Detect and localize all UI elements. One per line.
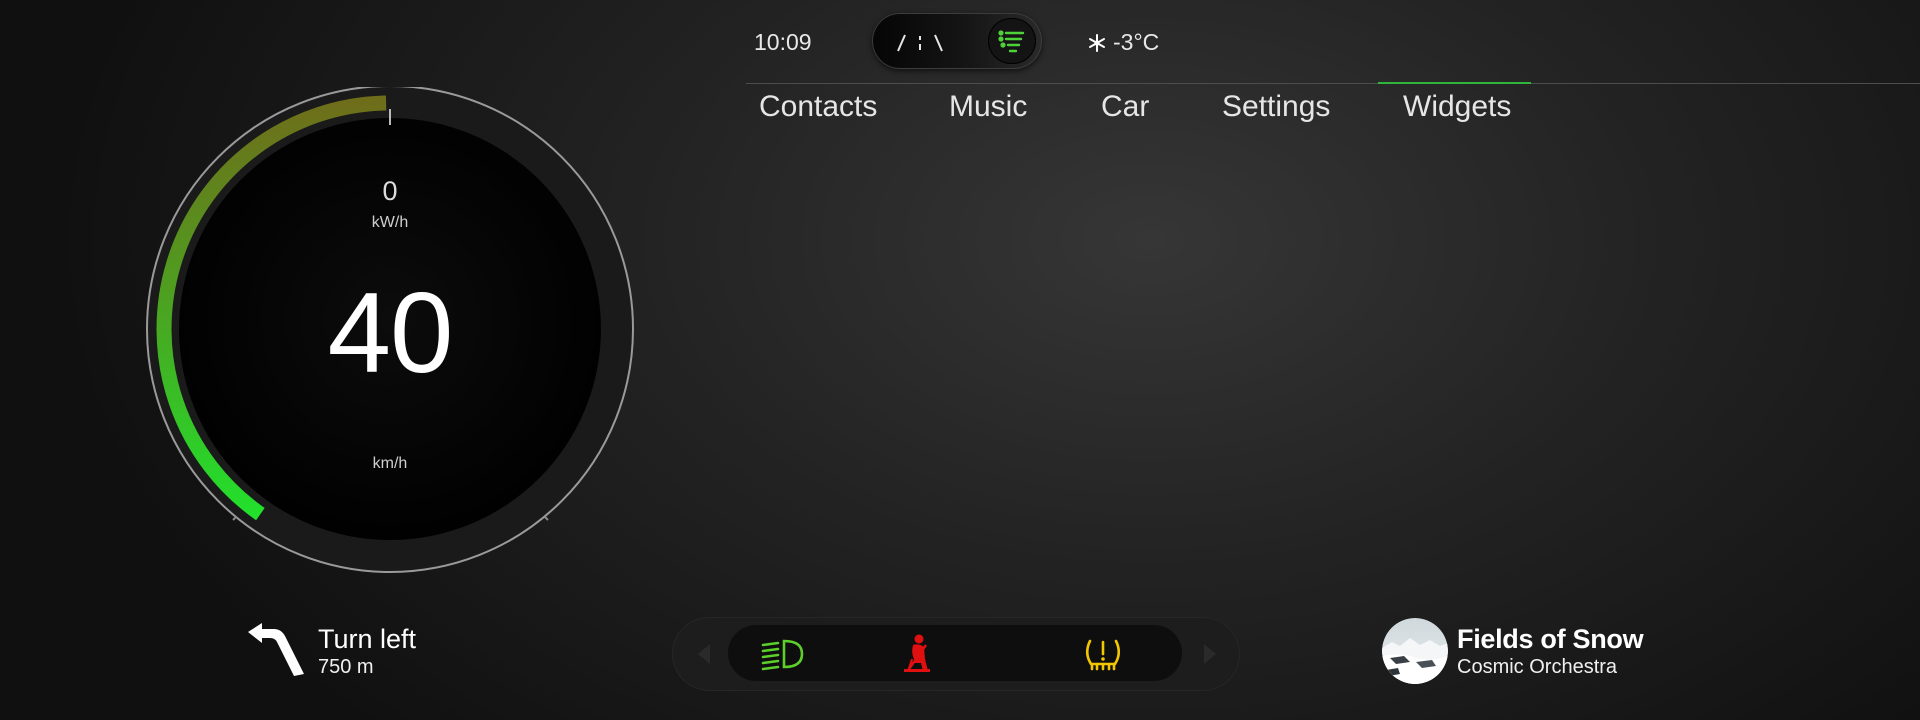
chevron-left-icon[interactable] (690, 639, 720, 669)
list-view-button[interactable] (988, 18, 1036, 64)
track-title: Fields of Snow (1457, 624, 1644, 654)
gauge-right-tick (544, 516, 549, 521)
chevron-right-icon[interactable] (1194, 639, 1224, 669)
turn-left-arrow-icon (248, 623, 304, 676)
headlight-icon (761, 639, 804, 671)
tire-pressure-icon (1085, 639, 1121, 671)
seatbelt-icon (904, 634, 930, 672)
tab-car[interactable]: Car (1101, 90, 1149, 124)
warning-lights-panel (728, 625, 1182, 681)
snowflake-icon (1089, 33, 1105, 52)
speed-unit: km/h (372, 455, 408, 472)
track-artist: Cosmic Orchestra (1457, 656, 1618, 678)
active-tab-indicator (1378, 82, 1531, 84)
power-value: 0 (382, 176, 398, 206)
warning-lights-bar (672, 617, 1240, 691)
road-view-button[interactable] (880, 21, 960, 61)
gauge-left-tick (232, 516, 237, 521)
now-playing-widget[interactable]: Fields of Snow Cosmic Orchestra (1382, 618, 1782, 686)
view-mode-toggle[interactable] (872, 13, 1042, 69)
list-icon (998, 30, 1025, 53)
power-unit: kW/h (371, 214, 409, 231)
album-art (1382, 618, 1448, 684)
tab-music[interactable]: Music (949, 90, 1027, 124)
tab-widgets[interactable]: Widgets (1403, 90, 1511, 124)
tab-settings[interactable]: Settings (1222, 90, 1330, 124)
turn-distance: 750 m (318, 656, 374, 678)
tab-contacts[interactable]: Contacts (759, 90, 877, 124)
speed-value: 40 (327, 270, 454, 397)
weather: -3°C (1087, 29, 1159, 56)
clock: 10:09 (754, 29, 812, 55)
turn-instruction: Turn left (318, 624, 417, 654)
turn-by-turn-widget[interactable]: Turn left 750 m (244, 620, 504, 680)
tab-divider (746, 83, 1920, 84)
road-icon (897, 34, 943, 52)
temperature: -3°C (1113, 29, 1160, 55)
